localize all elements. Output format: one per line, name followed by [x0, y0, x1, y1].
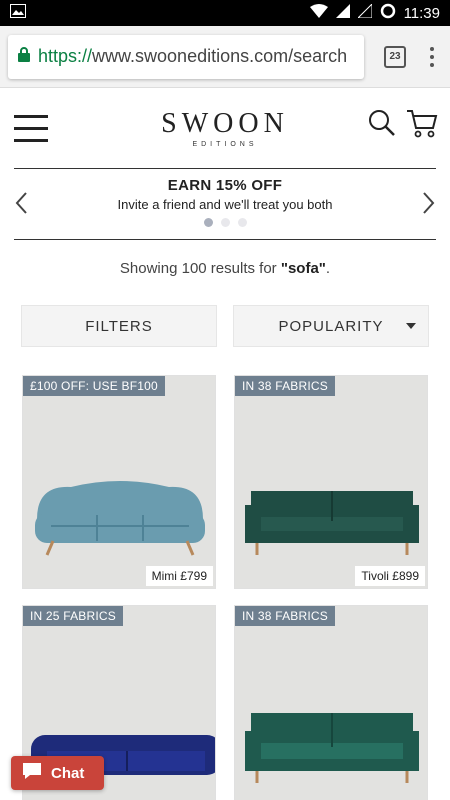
url-bar[interactable]: https://www.swooneditions.com/search: [8, 34, 364, 79]
product-badge: IN 25 FABRICS: [23, 606, 123, 626]
carousel-dot[interactable]: [237, 218, 247, 227]
results-prefix: Showing 100 results for: [119, 260, 281, 277]
promo-title: EARN 15% OFF: [167, 177, 283, 194]
list-controls: FILTERS POPULARITY: [21, 305, 429, 347]
kebab-dot: [430, 46, 434, 51]
carousel-dot[interactable]: [203, 218, 213, 227]
status-time: 11:39: [403, 4, 440, 22]
product-card[interactable]: IN 38 FABRICS: [234, 605, 428, 800]
chat-button[interactable]: Chat: [11, 756, 104, 790]
product-card[interactable]: £100 OFF: USE BF100 Mimi £799: [22, 375, 216, 589]
kebab-dot: [430, 62, 434, 67]
caret-down-icon: [406, 323, 416, 329]
chevron-left-icon[interactable]: [14, 191, 28, 222]
wifi-icon: [309, 4, 328, 22]
carousel-dot[interactable]: [220, 218, 230, 227]
url-scheme: https://: [38, 46, 93, 66]
promo-subtitle: Invite a friend and we'll treat you both: [117, 197, 333, 212]
results-summary: Showing 100 results for "sofa".: [0, 260, 450, 277]
tab-switcher-button[interactable]: 23: [384, 45, 406, 68]
chat-bubble-icon: [21, 761, 43, 785]
filters-button[interactable]: FILTERS: [21, 305, 217, 347]
sort-label: POPULARITY: [278, 317, 384, 335]
battery-ring-icon: [380, 3, 396, 23]
search-icon[interactable]: [368, 109, 396, 142]
product-badge: £100 OFF: USE BF100: [23, 376, 165, 396]
product-price: Tivoli £899: [355, 566, 425, 586]
menu-line: [14, 138, 48, 142]
carousel-dots: [14, 218, 436, 227]
chevron-right-icon[interactable]: [422, 191, 436, 222]
kebab-dot: [430, 54, 434, 59]
browser-menu-button[interactable]: [422, 46, 442, 67]
url-text: www.swooneditions.com/search: [92, 46, 348, 66]
hamburger-menu-icon[interactable]: [14, 114, 48, 142]
browser-toolbar: https://www.swooneditions.com/search 23: [0, 26, 450, 88]
filters-label: FILTERS: [85, 317, 153, 335]
product-image: [31, 471, 209, 566]
logo-main: SWOON: [161, 108, 289, 139]
product-badge: IN 38 FABRICS: [235, 376, 335, 396]
menu-line: [14, 114, 48, 118]
image-notification-icon: [10, 4, 26, 22]
product-grid: £100 OFF: USE BF100 Mimi £799 IN 38 FABR…: [22, 375, 428, 800]
lock-icon: [18, 46, 30, 67]
chat-label: Chat: [51, 764, 85, 782]
promo-banner: EARN 15% OFF Invite a friend and we'll t…: [14, 168, 436, 240]
status-bar: 11:39: [0, 0, 450, 26]
signal-icon: [335, 4, 350, 22]
logo-sub: EDITIONS: [192, 141, 258, 148]
cart-icon[interactable]: [406, 108, 438, 143]
header-actions: [368, 108, 438, 143]
results-query: "sofa": [280, 260, 326, 277]
menu-line: [14, 126, 48, 130]
signal-empty-icon: [356, 2, 373, 22]
site-header: SWOON EDITIONS: [0, 88, 450, 168]
product-image: [243, 471, 421, 566]
site-logo[interactable]: SWOON EDITIONS: [161, 108, 289, 148]
results-suffix: .: [325, 260, 331, 277]
product-card[interactable]: IN 38 FABRICS Tivoli £899: [234, 375, 428, 589]
product-image: [243, 701, 421, 796]
sort-dropdown[interactable]: POPULARITY: [233, 305, 429, 347]
product-price: Mimi £799: [145, 566, 213, 586]
product-badge: IN 38 FABRICS: [235, 606, 335, 626]
